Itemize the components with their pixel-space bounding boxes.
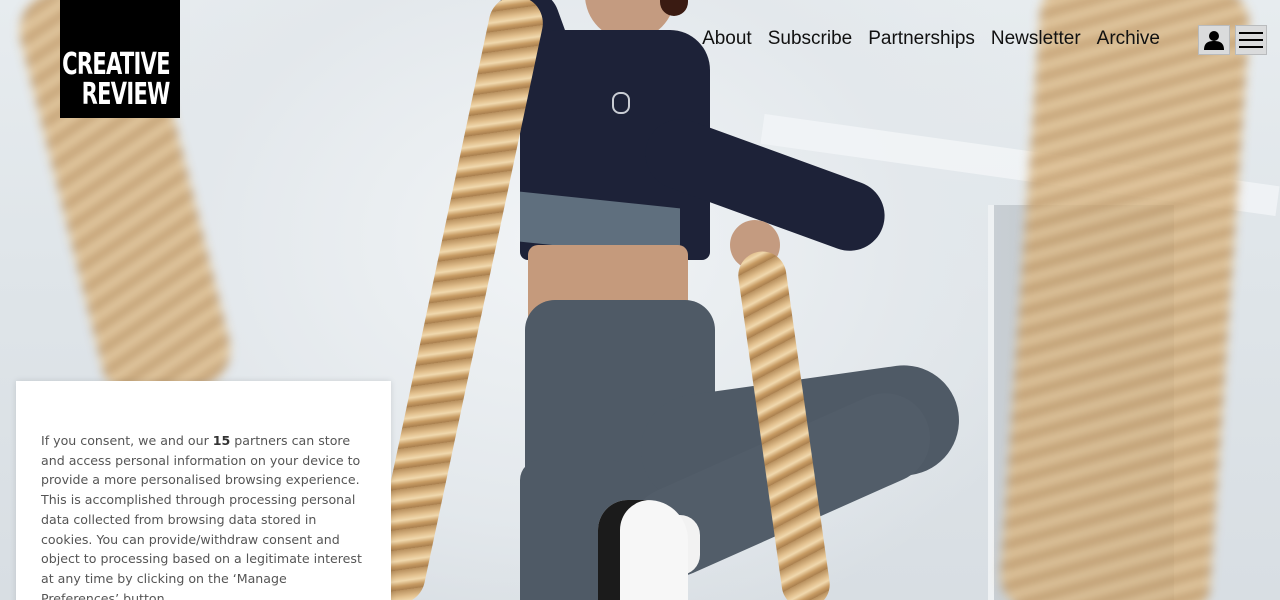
- nav-link-about[interactable]: About: [702, 27, 752, 51]
- creative-review-logo[interactable]: CREATIVE REVIEW: [60, 0, 180, 118]
- page: CREATIVE REVIEW About Subscribe Partners…: [0, 0, 1280, 600]
- consent-text-rest: partners can store and access personal i…: [41, 433, 362, 600]
- on-logo-mark: [612, 92, 630, 114]
- main-nav: About Subscribe Partnerships Newsletter …: [702, 27, 1160, 51]
- menu-button[interactable]: [1235, 25, 1267, 55]
- nav-link-partnerships[interactable]: Partnerships: [868, 27, 975, 51]
- consent-text: If you consent, we and our 15 partners c…: [41, 431, 366, 600]
- logo-line-2: REVIEW: [82, 77, 171, 112]
- cookie-consent-panel: If you consent, we and our 15 partners c…: [16, 381, 391, 600]
- consent-text-start: If you consent, we and our: [41, 433, 213, 448]
- athlete-shoe: [598, 500, 688, 600]
- account-button[interactable]: [1198, 25, 1230, 55]
- hamburger-menu-icon: [1239, 32, 1263, 48]
- consent-partner-count: 15: [212, 433, 231, 448]
- logo-line-1: CREATIVE: [62, 47, 170, 82]
- nav-link-newsletter[interactable]: Newsletter: [991, 27, 1081, 51]
- hero-rope-right-blurred: [997, 0, 1253, 600]
- nav-link-archive[interactable]: Archive: [1097, 27, 1160, 51]
- nav-link-subscribe[interactable]: Subscribe: [768, 27, 853, 51]
- user-icon: [1204, 31, 1224, 50]
